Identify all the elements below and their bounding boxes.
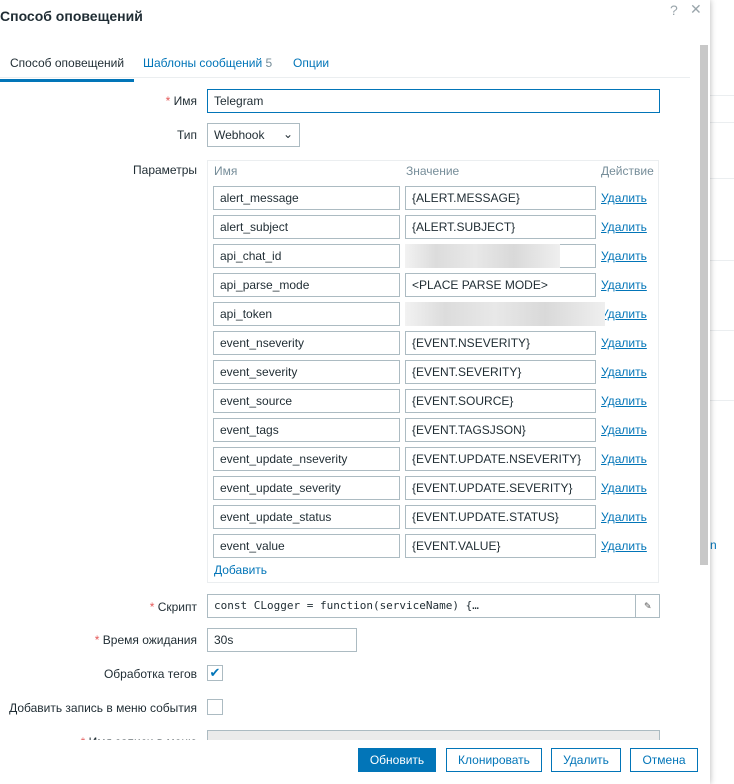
name-label: * Имя <box>165 94 197 108</box>
param-name-input[interactable]: api_token <box>213 302 400 326</box>
param-name-input[interactable]: event_severity <box>213 360 400 384</box>
param-name-input[interactable]: alert_message <box>213 186 400 210</box>
param-value-input[interactable]: {ALERT.MESSAGE} <box>405 186 596 210</box>
tab-options[interactable]: Опции <box>293 56 329 70</box>
param-delete-link[interactable]: Удалить <box>601 249 647 263</box>
script-value: const CLogger = function(serviceName) {… <box>214 599 479 612</box>
checkmark-icon: ✔ <box>209 665 221 680</box>
redacted-value <box>405 244 560 268</box>
param-delete-link[interactable]: Удалить <box>601 278 647 292</box>
param-value-input[interactable]: {EVENT.SOURCE} <box>405 389 596 413</box>
tags-label: Обработка тегов <box>103 667 197 681</box>
script-input[interactable]: const CLogger = function(serviceName) {…… <box>207 594 660 618</box>
chevron-down-icon: ⌄ <box>282 127 293 141</box>
param-name-input[interactable]: event_update_nseverity <box>213 447 400 471</box>
param-value-input[interactable]: {EVENT.UPDATE.STATUS} <box>405 505 596 529</box>
redacted-value <box>405 302 605 326</box>
type-select[interactable]: Webhook ⌄ <box>207 123 300 147</box>
label-text: Имя <box>173 94 197 108</box>
label-text: Время ожидания <box>102 633 197 647</box>
delete-button[interactable]: Удалить <box>551 748 621 772</box>
param-value-input[interactable]: {EVENT.TAGSJSON} <box>405 418 596 442</box>
params-header-value: Значение <box>406 164 460 178</box>
background-page: n <box>710 0 734 784</box>
param-delete-link[interactable]: Удалить <box>601 220 647 234</box>
param-name-input[interactable]: api_parse_mode <box>213 273 400 297</box>
media-type-dialog: Способ оповещений ? ✕ Способ оповещений … <box>0 0 710 784</box>
param-delete-link[interactable]: Удалить <box>601 510 647 524</box>
template-count: 5 <box>265 56 273 70</box>
param-delete-link[interactable]: Удалить <box>601 481 647 495</box>
params-header-name: Имя <box>214 164 238 178</box>
timeout-label: * Время ожидания <box>94 633 197 647</box>
param-name-input[interactable]: event_value <box>213 534 400 558</box>
label-text: Скрипт <box>157 600 197 614</box>
timeout-input[interactable]: 30s <box>207 628 357 652</box>
param-value-input[interactable]: {EVENT.UPDATE.SEVERITY} <box>405 476 596 500</box>
param-name-input[interactable]: event_update_severity <box>213 476 400 500</box>
tab-label: Шаблоны сообщений <box>143 56 263 70</box>
close-icon[interactable]: ✕ <box>690 1 702 18</box>
param-delete-link[interactable]: Удалить <box>601 307 647 321</box>
param-name-input[interactable]: event_tags <box>213 418 400 442</box>
background-link: n <box>710 538 717 552</box>
tags-checkbox[interactable]: ✔ <box>207 665 223 681</box>
param-name-input[interactable]: event_update_status <box>213 505 400 529</box>
edit-pencil-icon[interactable]: ✎ <box>635 595 659 617</box>
param-value-input[interactable]: {EVENT.SEVERITY} <box>405 360 596 384</box>
param-delete-link[interactable]: Удалить <box>601 452 647 466</box>
param-value-input[interactable]: {EVENT.NSEVERITY} <box>405 331 596 355</box>
clone-button[interactable]: Клонировать <box>446 748 542 772</box>
add-param-link[interactable]: Добавить <box>214 563 267 577</box>
tab-message-templates[interactable]: Шаблоны сообщений 5 <box>143 56 272 70</box>
param-name-input[interactable]: api_chat_id <box>213 244 400 268</box>
type-value: Webhook <box>214 128 265 142</box>
param-delete-link[interactable]: Удалить <box>601 191 647 205</box>
dialog-title: Способ оповещений <box>0 8 143 24</box>
type-label: Тип <box>176 128 197 142</box>
params-header-action: Действие <box>601 164 654 178</box>
cancel-button[interactable]: Отмена <box>630 748 698 772</box>
help-icon[interactable]: ? <box>670 2 678 18</box>
param-delete-link[interactable]: Удалить <box>601 539 647 553</box>
params-label: Параметры <box>133 163 197 177</box>
param-name-input[interactable]: event_source <box>213 389 400 413</box>
name-input[interactable]: Telegram <box>207 89 660 113</box>
event-menu-checkbox[interactable] <box>207 699 223 715</box>
param-delete-link[interactable]: Удалить <box>601 423 647 437</box>
param-value-input[interactable]: {ALERT.SUBJECT} <box>405 215 596 239</box>
param-delete-link[interactable]: Удалить <box>601 394 647 408</box>
param-name-input[interactable]: event_nseverity <box>213 331 400 355</box>
param-value-input[interactable]: {EVENT.UPDATE.NSEVERITY} <box>405 447 596 471</box>
tab-media-type[interactable]: Способ оповещений <box>0 56 135 82</box>
scrollbar[interactable] <box>700 45 708 565</box>
footer: Обновить Клонировать Удалить Отмена <box>0 740 700 784</box>
update-button[interactable]: Обновить <box>358 748 436 772</box>
param-value-input[interactable]: <PLACE PARSE MODE> <box>405 273 596 297</box>
param-name-input[interactable]: alert_subject <box>213 215 400 239</box>
param-delete-link[interactable]: Удалить <box>601 365 647 379</box>
script-label: * Скрипт <box>149 600 197 614</box>
params-table: Имя Значение Действие alert_message {ALE… <box>207 160 659 583</box>
event-menu-label: Добавить запись в меню события <box>9 701 197 715</box>
param-value-input[interactable]: {EVENT.VALUE} <box>405 534 596 558</box>
param-delete-link[interactable]: Удалить <box>601 336 647 350</box>
tab-bar: Способ оповещений Шаблоны сообщений 5 Оп… <box>0 50 690 82</box>
